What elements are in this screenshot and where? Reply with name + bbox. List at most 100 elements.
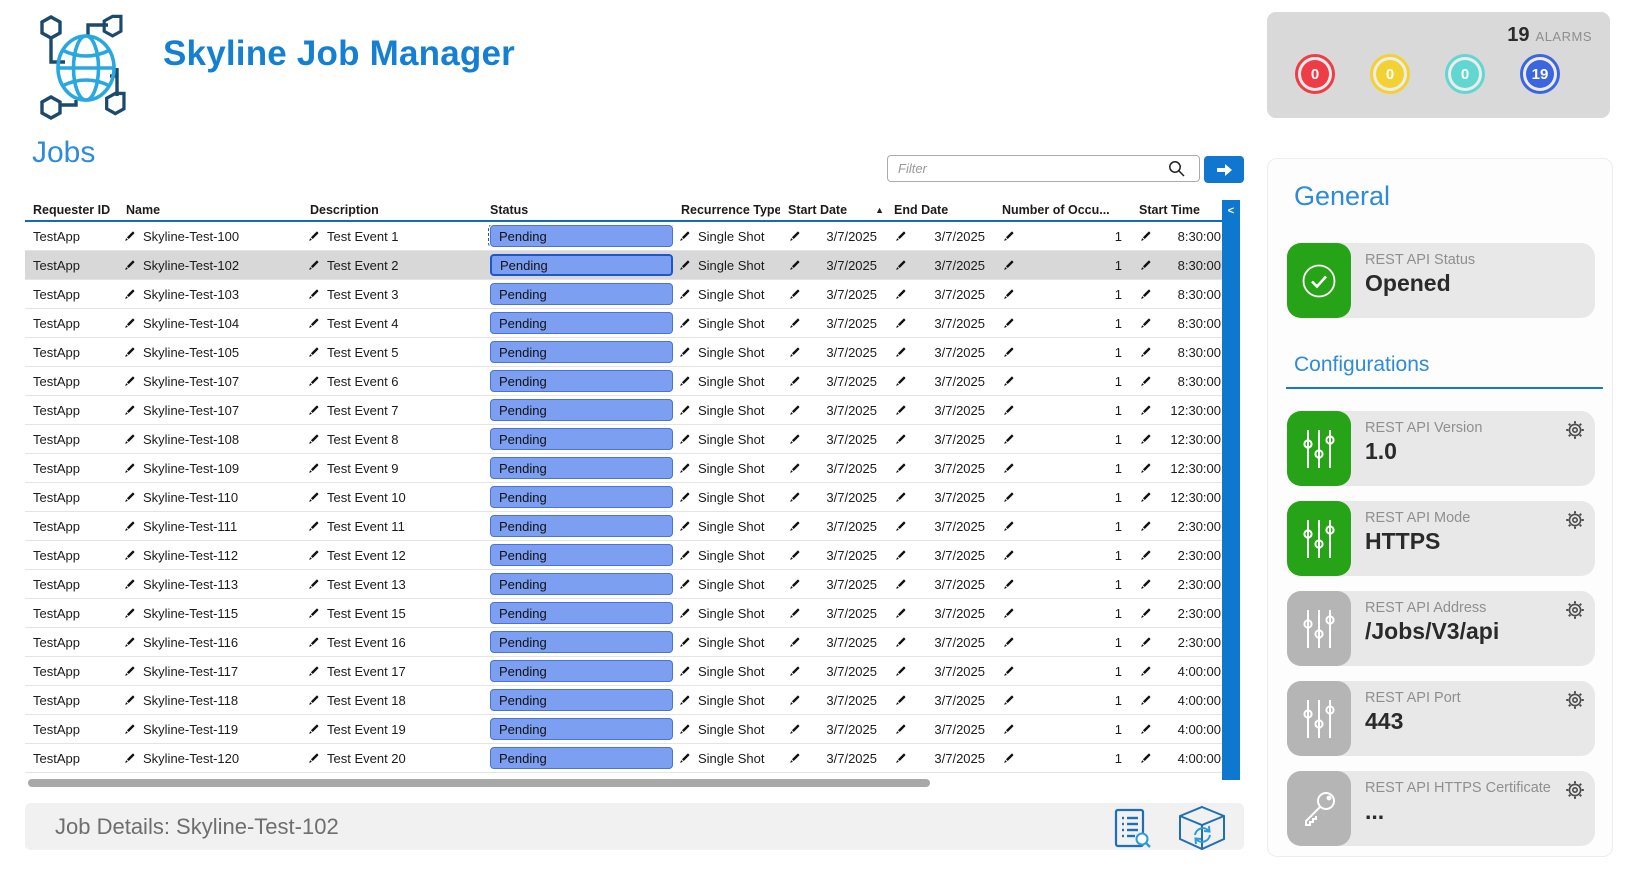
edit-icon[interactable] <box>123 288 136 301</box>
edit-icon[interactable] <box>123 317 136 330</box>
edit-icon[interactable] <box>678 694 691 707</box>
collapse-panel-bar[interactable]: < <box>1222 200 1240 780</box>
edit-icon[interactable] <box>894 491 907 504</box>
job-details-history-button[interactable] <box>1173 805 1231 854</box>
edit-icon[interactable] <box>1002 462 1015 475</box>
edit-icon[interactable] <box>123 723 136 736</box>
search-icon[interactable] <box>1168 160 1186 178</box>
edit-icon[interactable] <box>1139 723 1152 736</box>
horizontal-scrollbar[interactable] <box>25 777 1222 789</box>
status-badge[interactable]: Pending <box>490 486 673 508</box>
edit-icon[interactable] <box>1139 752 1152 765</box>
edit-icon[interactable] <box>678 375 691 388</box>
edit-icon[interactable] <box>1002 404 1015 417</box>
table-row[interactable]: TestApp Skyline-Test-105 Test Event 5 Pe… <box>25 338 1222 367</box>
edit-icon[interactable] <box>307 491 320 504</box>
column-header-end-date[interactable]: End Date <box>886 200 994 220</box>
edit-icon[interactable] <box>123 404 136 417</box>
edit-icon[interactable] <box>123 491 136 504</box>
status-badge[interactable]: Pending <box>490 312 673 334</box>
edit-icon[interactable] <box>788 520 801 533</box>
edit-icon[interactable] <box>1002 694 1015 707</box>
status-badge[interactable]: Pending <box>490 660 673 682</box>
edit-icon[interactable] <box>788 549 801 562</box>
edit-icon[interactable] <box>1002 549 1015 562</box>
table-row[interactable]: TestApp Skyline-Test-119 Test Event 19 P… <box>25 715 1222 744</box>
edit-icon[interactable] <box>678 462 691 475</box>
edit-icon[interactable] <box>1139 230 1152 243</box>
alarm-counter-minor[interactable]: 0 <box>1445 54 1485 94</box>
edit-icon[interactable] <box>894 375 907 388</box>
apply-filter-button[interactable] <box>1204 156 1244 183</box>
status-badge[interactable]: Pending <box>490 341 673 363</box>
table-row[interactable]: TestApp Skyline-Test-118 Test Event 18 P… <box>25 686 1222 715</box>
table-row[interactable]: TestApp Skyline-Test-108 Test Event 8 Pe… <box>25 425 1222 454</box>
edit-icon[interactable] <box>894 549 907 562</box>
edit-icon[interactable] <box>1002 491 1015 504</box>
edit-icon[interactable] <box>788 578 801 591</box>
edit-icon[interactable] <box>123 607 136 620</box>
status-badge[interactable]: Pending <box>490 399 673 421</box>
status-badge[interactable]: Pending <box>490 283 673 305</box>
edit-icon[interactable] <box>1139 317 1152 330</box>
table-row[interactable]: TestApp Skyline-Test-112 Test Event 12 P… <box>25 541 1222 570</box>
edit-icon[interactable] <box>307 520 320 533</box>
edit-icon[interactable] <box>788 665 801 678</box>
gear-icon[interactable] <box>1565 780 1585 800</box>
edit-icon[interactable] <box>307 665 320 678</box>
status-badge[interactable]: Pending <box>490 718 673 740</box>
edit-icon[interactable] <box>1002 317 1015 330</box>
edit-icon[interactable] <box>307 433 320 446</box>
edit-icon[interactable] <box>307 288 320 301</box>
table-row[interactable]: TestApp Skyline-Test-102 Test Event 2 Pe… <box>25 251 1222 280</box>
edit-icon[interactable] <box>678 491 691 504</box>
edit-icon[interactable] <box>123 665 136 678</box>
edit-icon[interactable] <box>678 317 691 330</box>
edit-icon[interactable] <box>788 462 801 475</box>
gear-icon[interactable] <box>1565 510 1585 530</box>
table-row[interactable]: TestApp Skyline-Test-107 Test Event 6 Pe… <box>25 367 1222 396</box>
alarm-counter-major[interactable]: 0 <box>1370 54 1410 94</box>
edit-icon[interactable] <box>1139 404 1152 417</box>
edit-icon[interactable] <box>788 317 801 330</box>
edit-icon[interactable] <box>678 230 691 243</box>
table-row[interactable]: TestApp Skyline-Test-117 Test Event 17 P… <box>25 657 1222 686</box>
edit-icon[interactable] <box>678 549 691 562</box>
edit-icon[interactable] <box>1139 578 1152 591</box>
edit-icon[interactable] <box>894 665 907 678</box>
edit-icon[interactable] <box>307 607 320 620</box>
edit-icon[interactable] <box>307 346 320 359</box>
edit-icon[interactable] <box>1139 665 1152 678</box>
edit-icon[interactable] <box>678 752 691 765</box>
edit-icon[interactable] <box>1002 752 1015 765</box>
column-header-start-time[interactable]: Start Time <box>1131 200 1222 220</box>
edit-icon[interactable] <box>894 346 907 359</box>
column-header-occurrences[interactable]: Number of Occu... <box>994 200 1131 220</box>
status-badge[interactable]: Pending <box>490 457 673 479</box>
edit-icon[interactable] <box>788 752 801 765</box>
edit-icon[interactable] <box>1139 259 1152 272</box>
alarm-counter-critical[interactable]: 0 <box>1295 54 1335 94</box>
edit-icon[interactable] <box>1139 607 1152 620</box>
edit-icon[interactable] <box>894 288 907 301</box>
edit-icon[interactable] <box>894 607 907 620</box>
edit-icon[interactable] <box>1002 259 1015 272</box>
table-row[interactable]: TestApp Skyline-Test-107 Test Event 7 Pe… <box>25 396 1222 425</box>
edit-icon[interactable] <box>788 230 801 243</box>
gear-icon[interactable] <box>1565 690 1585 710</box>
edit-icon[interactable] <box>1002 346 1015 359</box>
edit-icon[interactable] <box>1002 665 1015 678</box>
job-details-list-button[interactable] <box>1113 808 1153 851</box>
edit-icon[interactable] <box>123 346 136 359</box>
edit-icon[interactable] <box>788 433 801 446</box>
edit-icon[interactable] <box>678 259 691 272</box>
edit-icon[interactable] <box>788 723 801 736</box>
edit-icon[interactable] <box>894 752 907 765</box>
edit-icon[interactable] <box>123 549 136 562</box>
edit-icon[interactable] <box>1139 491 1152 504</box>
edit-icon[interactable] <box>1002 723 1015 736</box>
edit-icon[interactable] <box>307 462 320 475</box>
edit-icon[interactable] <box>123 636 136 649</box>
status-badge[interactable]: Pending <box>490 515 673 537</box>
column-header-description[interactable]: Description <box>302 200 482 220</box>
